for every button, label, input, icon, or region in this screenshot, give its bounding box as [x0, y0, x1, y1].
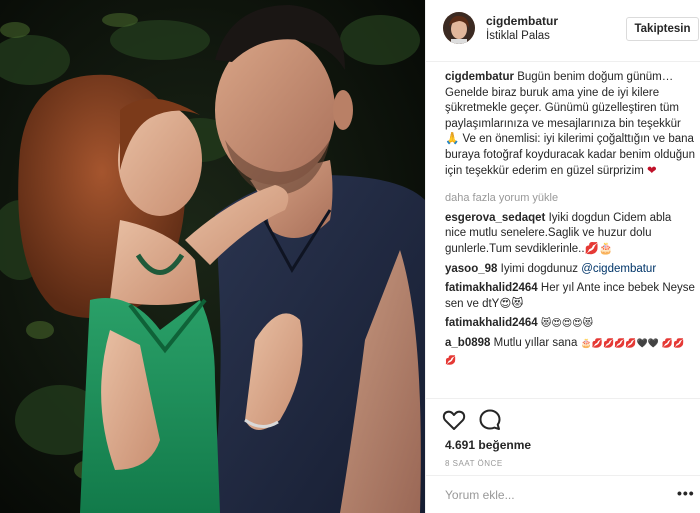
- comment-mention-link[interactable]: @cigdembatur: [581, 263, 656, 275]
- comment-item: a_b0898 Mutlu yıllar sana 🎂💋💋💋💋🖤🖤 💋💋💋: [445, 336, 695, 369]
- avatar[interactable]: [443, 12, 475, 44]
- likes-count[interactable]: 4.691 beğenme: [445, 438, 531, 452]
- heart-outline-icon[interactable]: [441, 407, 467, 433]
- post-timestamp: 8 SAAT ÖNCE: [445, 459, 503, 468]
- comment-item: fatimakhalid2464 Her yıl Ante ince bebek…: [445, 281, 695, 312]
- header-username[interactable]: cigdembatur: [486, 14, 558, 28]
- comments-list: cigdembatur Bugün benim doğum günüm… Gen…: [445, 70, 695, 373]
- following-button[interactable]: Takiptesin: [626, 17, 699, 41]
- more-options-icon[interactable]: •••: [677, 485, 695, 501]
- comment-item: yasoo_98 Iyimi dogdunuz @cigdembatur: [445, 262, 695, 278]
- comment-bar: •••: [426, 475, 700, 513]
- comment-username[interactable]: a_b0898: [445, 337, 490, 349]
- comment-text: Iyimi dogdunuz: [500, 262, 578, 275]
- comment-username[interactable]: fatimakhalid2464: [445, 282, 538, 294]
- header-location[interactable]: İstiklal Palas: [486, 30, 550, 42]
- comment-item: fatimakhalid2464 😻😍😍😍😻: [445, 316, 695, 332]
- post-actions: 4.691 beğenme 8 SAAT ÖNCE •••: [426, 398, 700, 513]
- add-comment-input[interactable]: [445, 486, 665, 504]
- comment-text: Mutlu yıllar sana: [493, 336, 578, 349]
- comment-item: esgerova_sedaqet Iyiki dogdun Cidem abla…: [445, 211, 695, 258]
- comment-text: 😻😍😍😍😻: [540, 318, 594, 330]
- comment-icon[interactable]: [477, 407, 503, 433]
- caption-username[interactable]: cigdembatur: [445, 71, 514, 83]
- comment-username[interactable]: fatimakhalid2464: [445, 317, 538, 329]
- post-photo[interactable]: [0, 0, 425, 513]
- comment-username[interactable]: yasoo_98: [445, 263, 497, 275]
- post-side-panel: cigdembatur İstiklal Palas Takiptesin ci…: [425, 0, 700, 513]
- heart-emoji-icon: ❤: [646, 164, 657, 177]
- comment-username[interactable]: esgerova_sedaqet: [445, 212, 545, 224]
- post-header: cigdembatur İstiklal Palas Takiptesin: [426, 0, 700, 62]
- post-photo-image: [0, 0, 425, 513]
- caption: cigdembatur Bugün benim doğum günüm… Gen…: [445, 70, 695, 179]
- load-more-comments-link[interactable]: daha fazla yorum yükle: [445, 191, 695, 207]
- caption-text: Bugün benim doğum günüm… Genelde biraz b…: [445, 71, 695, 177]
